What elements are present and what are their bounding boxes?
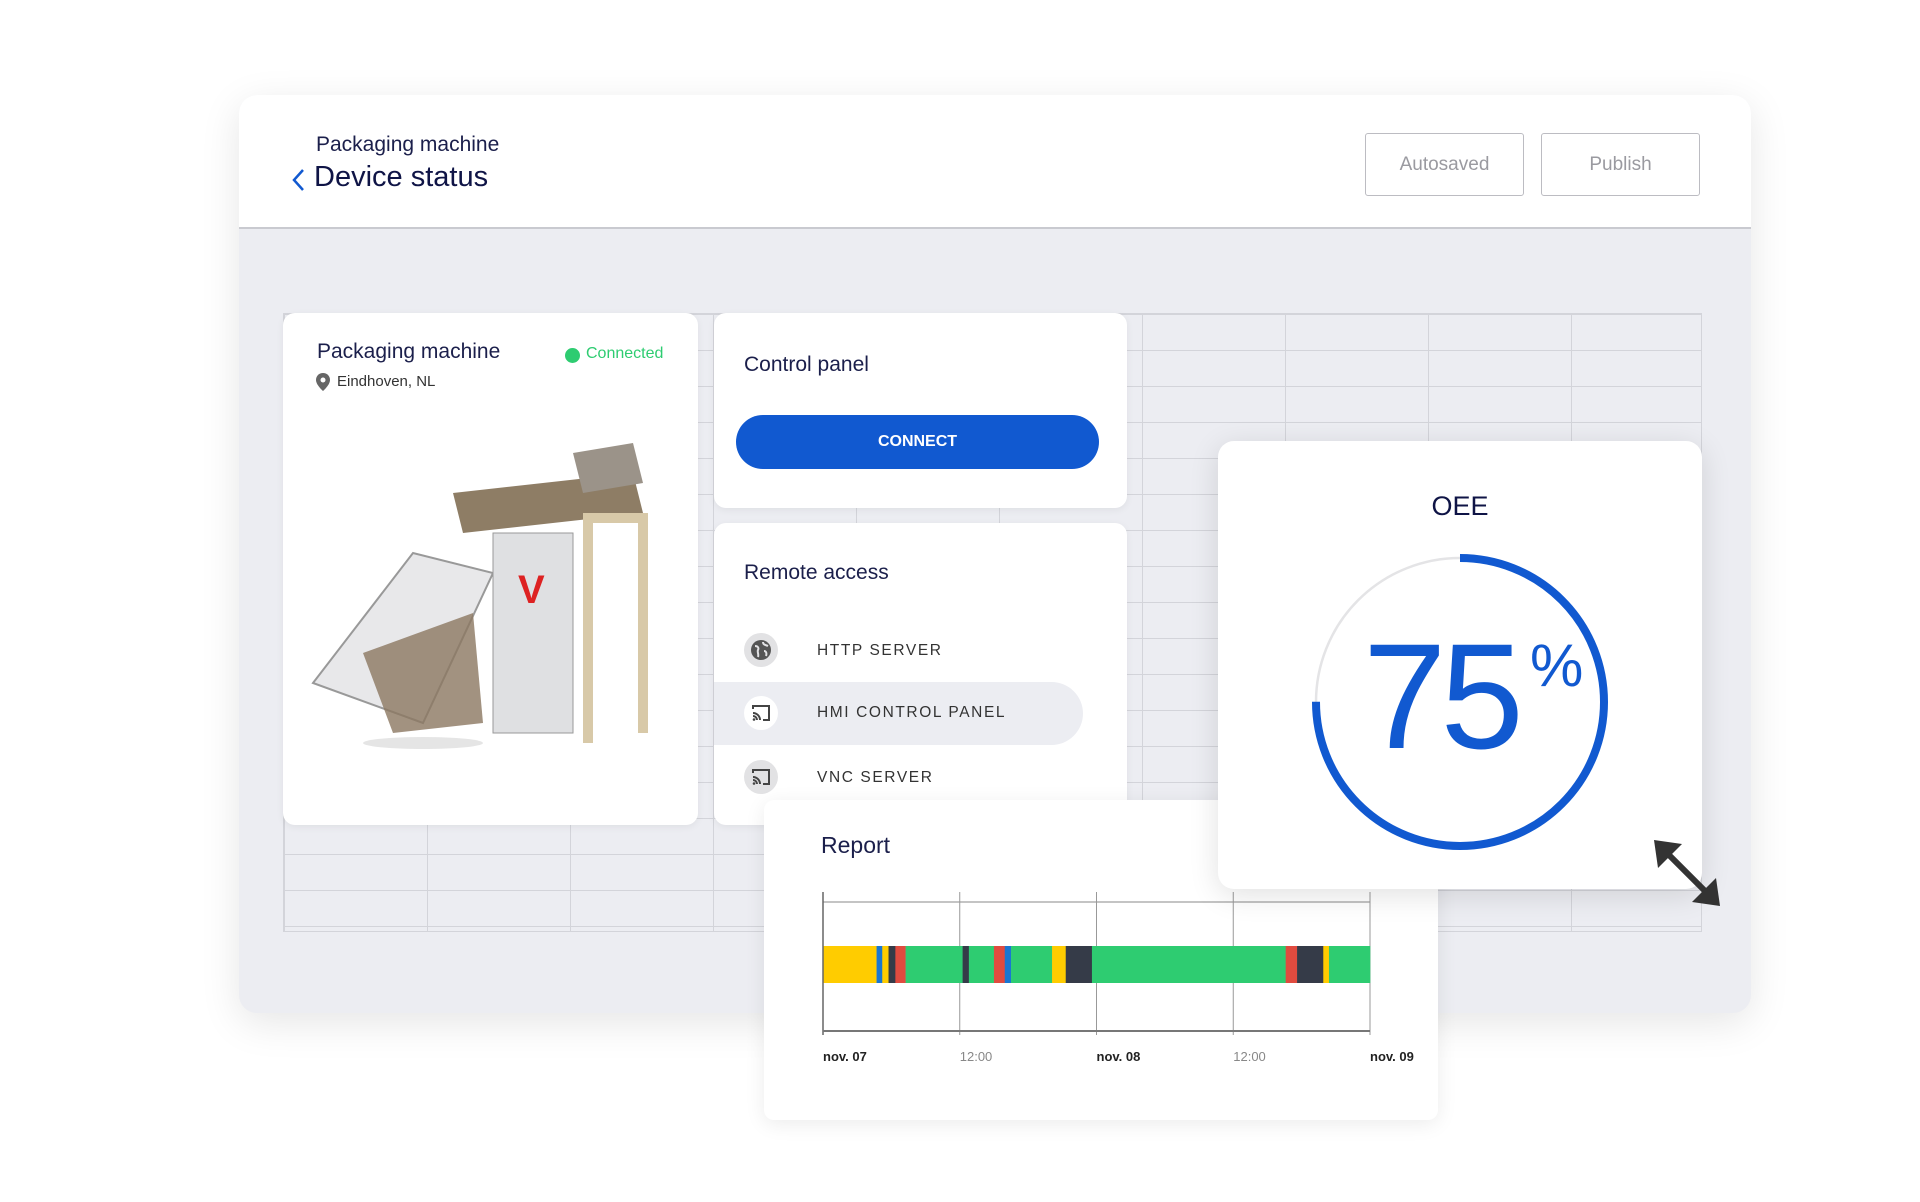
oee-card: OEE 75 % [1218,441,1702,889]
remote-item-label: VNC SERVER [817,769,934,786]
status-badge: Connected [586,345,664,362]
svg-text:V: V [518,568,545,612]
timeline-segment-yellow [882,946,889,983]
remote-item-hmi[interactable]: HMI CONTROL PANEL [714,682,1083,745]
connect-button[interactable]: CONNECT [736,415,1099,469]
device-name: Packaging machine [317,340,501,363]
timeline-segment-blue [876,946,883,983]
status-dot-icon [565,348,580,363]
cast-icon [744,696,778,730]
autosaved-button[interactable]: Autosaved [1365,133,1524,196]
remote-item-label: HMI CONTROL PANEL [817,704,1007,721]
remote-item-label: HTTP SERVER [817,642,943,659]
x-tick-label: 12:00 [960,1049,993,1064]
control-panel-title: Control panel [744,353,869,376]
control-panel-card: Control panel CONNECT [714,313,1127,508]
timeline-segment-green [968,946,995,983]
breadcrumb[interactable]: Packaging machine [316,133,499,157]
x-tick-label: 12:00 [1233,1049,1266,1064]
publish-button[interactable]: Publish [1541,133,1700,196]
resize-handle-icon[interactable] [1652,838,1722,913]
timeline-segment-dark [1065,946,1093,983]
remote-item-http[interactable]: HTTP SERVER [714,618,1083,682]
timeline-segment-red [993,946,1006,983]
device-location: Eindhoven, NL [337,373,436,390]
x-tick-label: nov. 07 [823,1049,867,1064]
timeline-segment-dark [1297,946,1324,983]
timeline-segment-yellow [823,946,877,983]
machine-image: V [303,433,673,773]
map-pin-icon [316,373,330,396]
timeline-segment-blue [1004,946,1012,983]
oee-value: 75 [1363,612,1524,780]
remote-access-title: Remote access [744,561,889,584]
page-title: Device status [314,161,489,193]
timeline-segment-dark [962,946,970,983]
timeline-segment-yellow [1052,946,1067,983]
x-tick-label: nov. 09 [1370,1049,1414,1064]
timeline-segment-green [1011,946,1053,983]
timeline-segment-red [1285,946,1298,983]
device-card: Packaging machine Connected Eindhoven, N… [283,313,698,825]
x-tick-label: nov. 08 [1097,1049,1141,1064]
cast-icon [744,760,778,794]
timeline-segment-green [1328,946,1371,983]
timeline-segment-dark [888,946,896,983]
timeline-segment-yellow [1323,946,1330,983]
header: Packaging machine Device status Autosave… [239,95,1751,229]
oee-unit: % [1530,632,1584,699]
timeline-segment-green [1091,946,1286,983]
remote-access-card: Remote access HTTP SERVER HMI CONTROL PA… [714,523,1127,825]
timeline-segment-red [895,946,906,983]
timeline-segment-green [905,946,963,983]
globe-icon [744,633,778,667]
back-chevron-icon[interactable] [289,165,309,195]
